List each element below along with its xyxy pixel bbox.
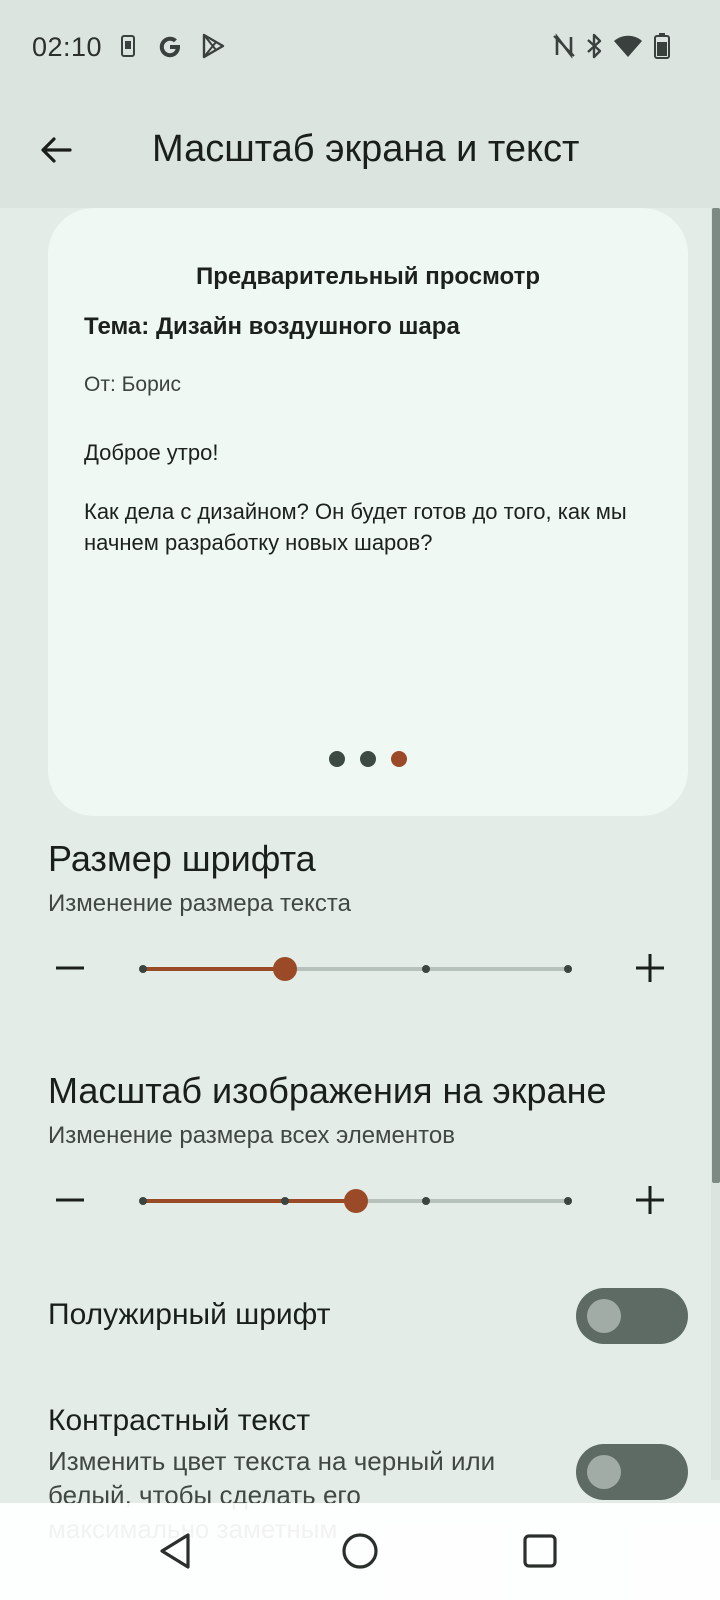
slider-tick xyxy=(139,965,147,973)
bold-text-switch[interactable] xyxy=(576,1288,688,1344)
font-size-slider-fill xyxy=(143,967,285,971)
status-clock: 02:10 xyxy=(32,32,103,62)
preview-subject: Тема: Дизайн воздушного шара xyxy=(84,313,460,340)
minus-icon xyxy=(56,966,84,970)
preview-page-indicator[interactable] xyxy=(48,751,688,767)
plus-icon xyxy=(636,1186,664,1214)
contrast-text-switch[interactable] xyxy=(576,1444,688,1500)
back-button[interactable] xyxy=(24,118,88,182)
arrow-back-icon xyxy=(41,137,72,163)
slider-tick xyxy=(139,1197,147,1205)
nav-back-button[interactable] xyxy=(140,1515,212,1587)
display-size-and-text-screen: 02:10 Масштаб экрана и текст Предварител… xyxy=(0,0,720,1600)
nav-recents-button[interactable] xyxy=(504,1515,576,1587)
nav-home-icon xyxy=(342,1533,378,1569)
bluetooth-icon xyxy=(578,30,610,62)
bold-text-label: Полужирный шрифт xyxy=(48,1298,331,1331)
navigation-bar xyxy=(0,1503,720,1600)
battery-icon xyxy=(646,30,678,62)
nav-recents-icon xyxy=(523,1534,557,1568)
preview-body: Как дела с дизайном? Он будет готов до т… xyxy=(84,499,627,555)
display-size-increase-button[interactable] xyxy=(620,1170,680,1230)
slider-tick xyxy=(422,965,431,973)
bold-text-switch-knob xyxy=(587,1299,621,1333)
font-size-slider[interactable] xyxy=(139,957,572,981)
font-size-increase-button[interactable] xyxy=(620,938,680,998)
font-size-subtitle: Изменение размера текста xyxy=(48,890,351,917)
app-bar: Масштаб экрана и текст xyxy=(0,110,720,200)
contrast-text-title: Контрастный текст xyxy=(48,1404,311,1437)
nav-back-icon xyxy=(160,1533,190,1569)
google-g-icon xyxy=(154,30,186,62)
nfc-icon xyxy=(548,30,580,62)
display-size-slider[interactable] xyxy=(139,1189,572,1213)
minus-icon xyxy=(56,1198,84,1202)
font-size-title: Размер шрифта xyxy=(48,838,316,879)
sim-card-icon xyxy=(112,30,144,62)
contrast-text-switch-knob xyxy=(587,1455,621,1489)
page-title: Масштаб экрана и текст xyxy=(152,128,580,170)
display-size-subtitle: Изменение размера всех элементов xyxy=(48,1122,455,1149)
display-size-slider-row xyxy=(0,1170,720,1230)
nav-home-button[interactable] xyxy=(324,1515,396,1587)
font-size-slider-thumb[interactable] xyxy=(272,957,297,981)
display-size-slider-thumb[interactable] xyxy=(343,1189,368,1213)
page-dot[interactable] xyxy=(360,751,376,767)
status-bar: 02:10 xyxy=(0,0,720,96)
font-size-slider-row xyxy=(0,938,720,998)
slider-tick xyxy=(422,1197,431,1205)
preview-card[interactable]: Предварительный просмотр Тема: Дизайн во… xyxy=(48,208,688,816)
plus-icon xyxy=(636,954,664,982)
preview-greeting: Доброе утро! xyxy=(84,440,219,465)
wifi-icon xyxy=(612,30,644,62)
display-size-slider-fill xyxy=(143,1199,356,1203)
preview-from: От: Борис xyxy=(84,373,181,396)
slider-tick xyxy=(564,1197,572,1205)
top-bar: 02:10 Масштаб экрана и текст xyxy=(0,0,720,208)
scrollbar-thumb[interactable] xyxy=(712,208,720,1183)
page-dot[interactable] xyxy=(391,751,407,767)
slider-tick xyxy=(280,1197,289,1205)
slider-tick xyxy=(564,965,572,973)
preview-heading: Предварительный просмотр xyxy=(196,263,540,290)
display-size-title: Масштаб изображения на экране xyxy=(48,1070,607,1111)
page-dot[interactable] xyxy=(329,751,345,767)
play-store-icon xyxy=(196,30,228,62)
font-size-decrease-button[interactable] xyxy=(40,938,100,998)
display-size-decrease-button[interactable] xyxy=(40,1170,100,1230)
